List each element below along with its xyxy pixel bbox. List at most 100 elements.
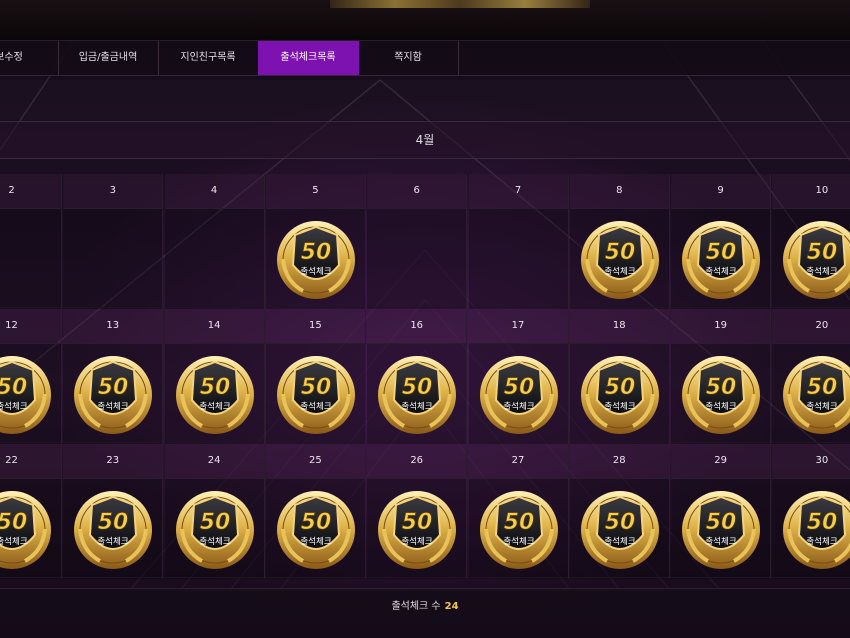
stamp-label: 출석체크 <box>199 536 230 547</box>
attendance-stamp-icon: 50출석체크 <box>74 356 153 434</box>
calendar-day-cell: 14 50 출석체크 <box>164 309 265 444</box>
day-number: 19 <box>671 309 771 344</box>
stamp-number: 50 <box>402 510 433 535</box>
calendar-day-cell: 9 50 출석체크 <box>671 174 772 309</box>
day-body: 50출석체크 <box>164 479 264 579</box>
attendance-stamp-icon: 50출석체크 <box>276 491 355 569</box>
calendar-day-cell: 29 50 출석체크 <box>671 444 772 579</box>
day-body: 50출석체크 <box>772 479 850 579</box>
stamp-label: 출석체크 <box>300 536 331 547</box>
stamp-label: 출석체크 <box>503 401 534 412</box>
attendance-stamp-icon: 50출석체크 <box>0 491 51 569</box>
attendance-stamp-icon: 50출석체크 <box>682 491 761 569</box>
calendar-day-cell: 8 50 출석체크 <box>569 174 670 309</box>
stamp-number: 50 <box>301 375 332 400</box>
stamp-number: 50 <box>301 240 332 265</box>
stamp-label: 출석체크 <box>807 536 838 547</box>
tab-attendance-list[interactable]: 출석체크목록 <box>258 41 359 75</box>
day-body: 50출석체크 <box>265 209 365 309</box>
calendar-day-cell: 28 50 출석체크 <box>569 444 670 579</box>
day-number: 6 <box>367 174 467 209</box>
stamp-label: 출석체크 <box>0 536 28 547</box>
attendance-count-label: 출석체크 수 <box>391 601 441 612</box>
top-banner <box>0 0 850 41</box>
calendar-day-cell: 26 50 출석체크 <box>367 444 468 579</box>
stamp-label: 출석체크 <box>807 266 838 277</box>
day-number: 14 <box>164 309 264 344</box>
day-number: 30 <box>772 444 850 479</box>
calendar-day-cell: 3 <box>63 174 164 309</box>
day-body: 50출석체크 <box>569 209 669 309</box>
stamp-number: 50 <box>98 510 129 535</box>
day-body: 50출석체크 <box>468 479 568 579</box>
calendar-day-cell: 7 <box>468 174 569 309</box>
stamp-label: 출석체크 <box>402 401 433 412</box>
day-number: 18 <box>569 309 669 344</box>
attendance-stamp-icon: 50출석체크 <box>580 221 659 299</box>
calendar-day-cell: 22 50출석체크 <box>0 444 62 579</box>
day-number: 26 <box>367 444 467 479</box>
stamp-label: 출석체크 <box>402 536 433 547</box>
day-body: 50출석체크 <box>265 479 365 579</box>
attendance-summary: 출석체크 수 24 <box>0 588 850 625</box>
banner-image <box>330 0 590 8</box>
stamp-label: 출석체크 <box>300 266 331 277</box>
attendance-stamp-icon: 50출석체크 <box>783 356 850 434</box>
calendar-day-cell: 30 50 출석체크 <box>772 444 850 579</box>
tab-deposit-withdraw-history[interactable]: 입금/출금내역 <box>58 41 159 75</box>
stamp-number: 50 <box>604 375 635 400</box>
day-body <box>468 209 568 309</box>
attendance-stamp-icon: 50출석체크 <box>0 356 51 434</box>
day-body: 50출석체크 <box>63 479 163 579</box>
day-body: 50출석체크 <box>569 344 669 444</box>
calendar-day-cell: 6 <box>367 174 468 309</box>
day-number: 10 <box>772 174 850 209</box>
day-number: 8 <box>569 174 669 209</box>
stamp-label: 출석체크 <box>807 401 838 412</box>
attendance-stamp-icon: 50출석체크 <box>276 221 355 299</box>
tab-bar: 보수정 입금/출금내역 지인친구목록 출석체크목록 쪽지함 <box>0 41 850 76</box>
stamp-label: 출석체크 <box>0 401 28 412</box>
tab-inbox[interactable]: 쪽지함 <box>358 41 459 75</box>
stamp-number: 50 <box>199 375 230 400</box>
tab-profile-edit[interactable]: 보수정 <box>0 41 59 75</box>
attendance-stamp-icon: 50출석체크 <box>783 491 850 569</box>
stamp-number: 50 <box>706 240 737 265</box>
day-body: 50출석체크 <box>772 344 850 444</box>
day-number: 7 <box>468 174 568 209</box>
stamp-number: 50 <box>807 375 838 400</box>
day-number: 2 <box>0 174 61 209</box>
attendance-count-value: 24 <box>444 601 459 612</box>
day-number: 17 <box>468 309 568 344</box>
day-number: 28 <box>569 444 669 479</box>
attendance-stamp-icon: 50출석체크 <box>682 356 761 434</box>
day-body: 50출석체크 <box>468 344 568 444</box>
day-number: 22 <box>0 444 61 479</box>
day-number: 5 <box>265 174 365 209</box>
stamp-label: 출석체크 <box>300 401 331 412</box>
day-body <box>164 209 264 309</box>
calendar-day-cell: 25 50 출석체크 <box>265 444 366 579</box>
calendar-day-cell: 24 50 출석체크 <box>164 444 265 579</box>
calendar-day-cell: 10 50 출석체크 <box>772 174 850 309</box>
day-body <box>367 209 467 309</box>
day-body: 50출석체크 <box>63 344 163 444</box>
calendar-day-cell: 12 50출석체크 <box>0 309 62 444</box>
stamp-label: 출석체크 <box>705 401 736 412</box>
day-number: 25 <box>265 444 365 479</box>
spacer-band <box>0 80 850 120</box>
stamp-label: 출석체크 <box>705 536 736 547</box>
attendance-stamp-icon: 50출석체크 <box>175 356 254 434</box>
day-number: 13 <box>63 309 163 344</box>
stamp-label: 출석체크 <box>98 401 129 412</box>
attendance-stamp-icon: 50출석체크 <box>276 356 355 434</box>
day-number: 24 <box>164 444 264 479</box>
day-number: 20 <box>772 309 850 344</box>
stamp-number: 50 <box>706 510 737 535</box>
tab-friend-list[interactable]: 지인친구목록 <box>158 41 259 75</box>
stamp-number: 50 <box>604 240 635 265</box>
day-body: 50출석체크 <box>0 479 61 579</box>
day-body: 50출석체크 <box>367 344 467 444</box>
stamp-number: 50 <box>503 510 534 535</box>
calendar-day-cell: 18 50 출석체크 <box>569 309 670 444</box>
